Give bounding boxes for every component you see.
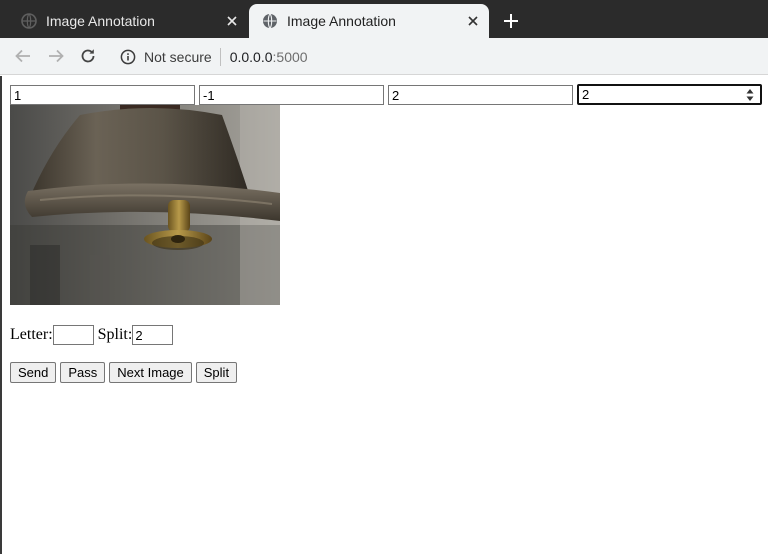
- close-icon[interactable]: [465, 13, 481, 29]
- letter-input[interactable]: [52, 325, 94, 345]
- letter-label: Letter:: [10, 326, 53, 343]
- coordinate-input-2[interactable]: [199, 85, 384, 105]
- url-host: 0.0.0.0: [229, 48, 273, 65]
- number-stepper-select[interactable]: 2: [577, 84, 762, 105]
- divider: [219, 47, 221, 66]
- letter-split-row: Letter: Split:: [10, 324, 174, 346]
- globe-icon: [262, 13, 278, 29]
- annotation-image-bell: [10, 105, 280, 305]
- window-edge: [0, 76, 2, 554]
- coordinate-input-1[interactable]: [10, 85, 195, 105]
- address-bar[interactable]: Not secure 0.0.0.0 :5000: [110, 42, 760, 71]
- info-icon[interactable]: [120, 49, 136, 65]
- browser-toolbar: Not secure 0.0.0.0 :5000: [0, 38, 768, 75]
- tab-image-annotation-1[interactable]: Image Annotation: [8, 4, 248, 38]
- send-button[interactable]: Send: [10, 362, 57, 383]
- globe-icon: [21, 13, 37, 29]
- forward-arrow-icon[interactable]: [45, 45, 67, 67]
- split-label: Split:: [97, 326, 133, 343]
- tab-image-annotation-2[interactable]: Image Annotation: [249, 4, 489, 38]
- url-port: :5000: [272, 48, 308, 65]
- security-status-label: Not secure: [144, 48, 212, 65]
- pass-button[interactable]: Pass: [60, 362, 106, 383]
- split-button[interactable]: Split: [195, 362, 238, 383]
- coordinate-input-3[interactable]: [388, 85, 573, 105]
- split-input[interactable]: [132, 325, 174, 345]
- up-down-arrows-icon[interactable]: [746, 88, 754, 102]
- back-arrow-icon[interactable]: [12, 45, 34, 67]
- select-value: 2: [582, 87, 590, 102]
- tab-strip: Image Annotation Image Annotation: [0, 0, 768, 38]
- page-content: 2: [0, 76, 768, 554]
- reload-icon[interactable]: [77, 45, 99, 67]
- tab-title: Image Annotation: [46, 13, 155, 29]
- new-tab-plus-icon[interactable]: [500, 10, 522, 32]
- next-image-button[interactable]: Next Image: [109, 362, 192, 383]
- close-icon[interactable]: [224, 13, 240, 29]
- tab-title: Image Annotation: [287, 13, 396, 29]
- action-buttons: Send Pass Next Image Split: [10, 362, 238, 383]
